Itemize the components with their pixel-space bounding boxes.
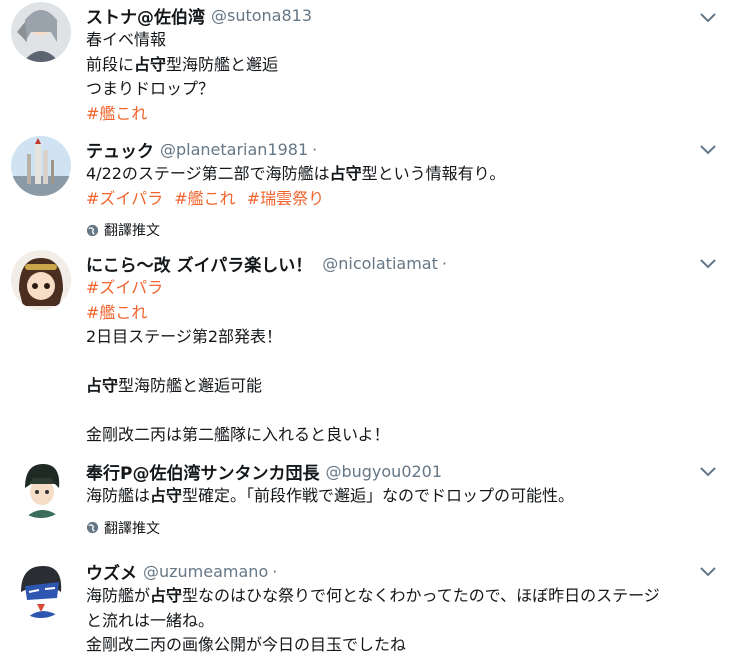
handle[interactable]: @planetarian1981 [160, 140, 308, 159]
chevron-down-icon[interactable] [699, 466, 717, 478]
tweet-text-line: 金剛改二丙は第二艦隊に入れると良いよ！ [86, 425, 390, 444]
avatar[interactable] [11, 558, 71, 618]
avatar[interactable] [11, 458, 71, 518]
tweet-text-line: 前段に占守型海防艦と邂逅 [86, 53, 711, 78]
text-fragment: 型海防艦と邂逅 [166, 54, 279, 74]
text-fragment: 型確定。「前段作戦で邂逅」なのでドロップの可能性。 [182, 486, 575, 505]
separator-dot: · [272, 561, 278, 581]
tweet-1[interactable]: ストナ@佐伯湾 @sutona813 春イベ情報 前段に占守型海防艦と邂逅 つま… [0, 2, 731, 123]
text-fragment: 型なのはひな祭りで何となくわかってたので、ほぼ昨日のステージ [182, 586, 660, 605]
hashtag-line: #ズイパラ #艦これ #瑞雲祭り [86, 187, 711, 212]
avatar[interactable] [11, 250, 71, 310]
text-fragment: 前段に [86, 54, 135, 74]
tweet-text-line: 海防艦が占守型なのはひな祭りで何となくわかってたので、ほぼ昨日のステージ [86, 584, 711, 609]
text-fragment: 型海防艦と邂逅可能 [118, 376, 263, 395]
hashtag-link[interactable]: #ズイパラ [86, 189, 163, 208]
hashtag-link[interactable]: #艦これ [174, 189, 235, 208]
chevron-down-icon[interactable] [699, 144, 717, 156]
chevron-down-icon[interactable] [699, 12, 717, 24]
hashtag-line: #艦これ [86, 301, 711, 326]
translate-label: 翻譯推文 [104, 223, 160, 239]
translate-tweet-link[interactable]: 翻譯推文 [86, 219, 711, 241]
chevron-down-icon[interactable] [699, 566, 717, 578]
avatar[interactable] [11, 136, 71, 196]
handle[interactable]: @nicolatiamat [322, 254, 438, 273]
hashtag-line: #艦これ [86, 102, 711, 127]
tweet-text-line: 2日目ステージ第2部発表！ [86, 327, 283, 346]
tweet-2[interactable]: テュック @planetarian1981 · 4/22のステージ第二部で海防艦… [0, 136, 731, 246]
text-fragment: 海防艦は [86, 486, 151, 505]
handle[interactable]: @sutona813 [211, 6, 312, 25]
handle[interactable]: @bugyou0201 [325, 462, 442, 481]
hashtag-link[interactable]: #艦これ [86, 104, 147, 123]
text-strong: 占守 [134, 54, 167, 74]
display-name[interactable]: ストナ@佐伯湾 [86, 3, 205, 28]
tweet-text-line: 金剛改二丙の画像公開が今日の目玉でしたね [86, 635, 407, 654]
hashtag-line: #ズイパラ [86, 276, 711, 301]
text-strong: 占守 [329, 164, 362, 183]
tweet-5[interactable]: ウズメ @uzumeamano · 海防艦が占守型なのはひな祭りで何となくわかっ… [0, 558, 731, 660]
tweet-text-line: つまりドロップ？ [86, 79, 215, 98]
text-strong: 占守 [150, 586, 183, 605]
separator-dot: · [441, 253, 447, 273]
translate-tweet-link[interactable]: 翻譯推文 [86, 517, 711, 539]
hashtag-link[interactable]: #瑞雲祭り [247, 189, 324, 208]
text-strong: 占守 [86, 376, 119, 395]
handle[interactable]: @uzumeamano [143, 562, 268, 581]
tweet-text-line: 占守型海防艦と邂逅可能 [86, 374, 711, 399]
display-name[interactable]: ウズメ [86, 559, 137, 584]
tweet-text-line: 4/22のステージ第二部で海防艦は占守型という情報有り。 [86, 162, 711, 187]
translate-label: 翻譯推文 [104, 520, 160, 537]
text-fragment: 4/22のステージ第二部で海防艦は [86, 164, 330, 183]
display-name[interactable]: にこら〜改 ズイパラ楽しい！ [86, 251, 312, 276]
chevron-down-icon[interactable] [699, 258, 717, 270]
text-strong: 占守 [150, 486, 183, 505]
hashtag-link[interactable]: #艦これ [86, 303, 147, 322]
tweet-text-line: と流れは一緒ね。 [86, 610, 215, 630]
tweet-3[interactable]: にこら〜改 ズイパラ楽しい！ @nicolatiamat · #ズイパラ #艦こ… [0, 250, 731, 450]
avatar[interactable] [11, 2, 71, 62]
tweet-text-line: 海防艦は占守型確定。「前段作戦で邂逅」なのでドロップの可能性。 [86, 484, 711, 509]
tweet-text-line: 春イベ情報 [86, 30, 167, 49]
display-name[interactable]: テュック [86, 137, 154, 162]
display-name[interactable]: 奉行P@佐伯湾サンタンカ団長 [86, 459, 319, 484]
text-fragment: 型という情報有り。 [361, 164, 506, 183]
hashtag-link[interactable]: #ズイパラ [86, 278, 163, 297]
globe-icon [86, 521, 99, 534]
separator-dot: · [312, 139, 318, 159]
tweet-4[interactable]: 奉行P@佐伯湾サンタンカ団長 @bugyou0201 海防艦は占守型確定。「前段… [0, 458, 731, 546]
globe-icon [86, 224, 99, 236]
text-fragment: 海防艦が [86, 586, 151, 605]
